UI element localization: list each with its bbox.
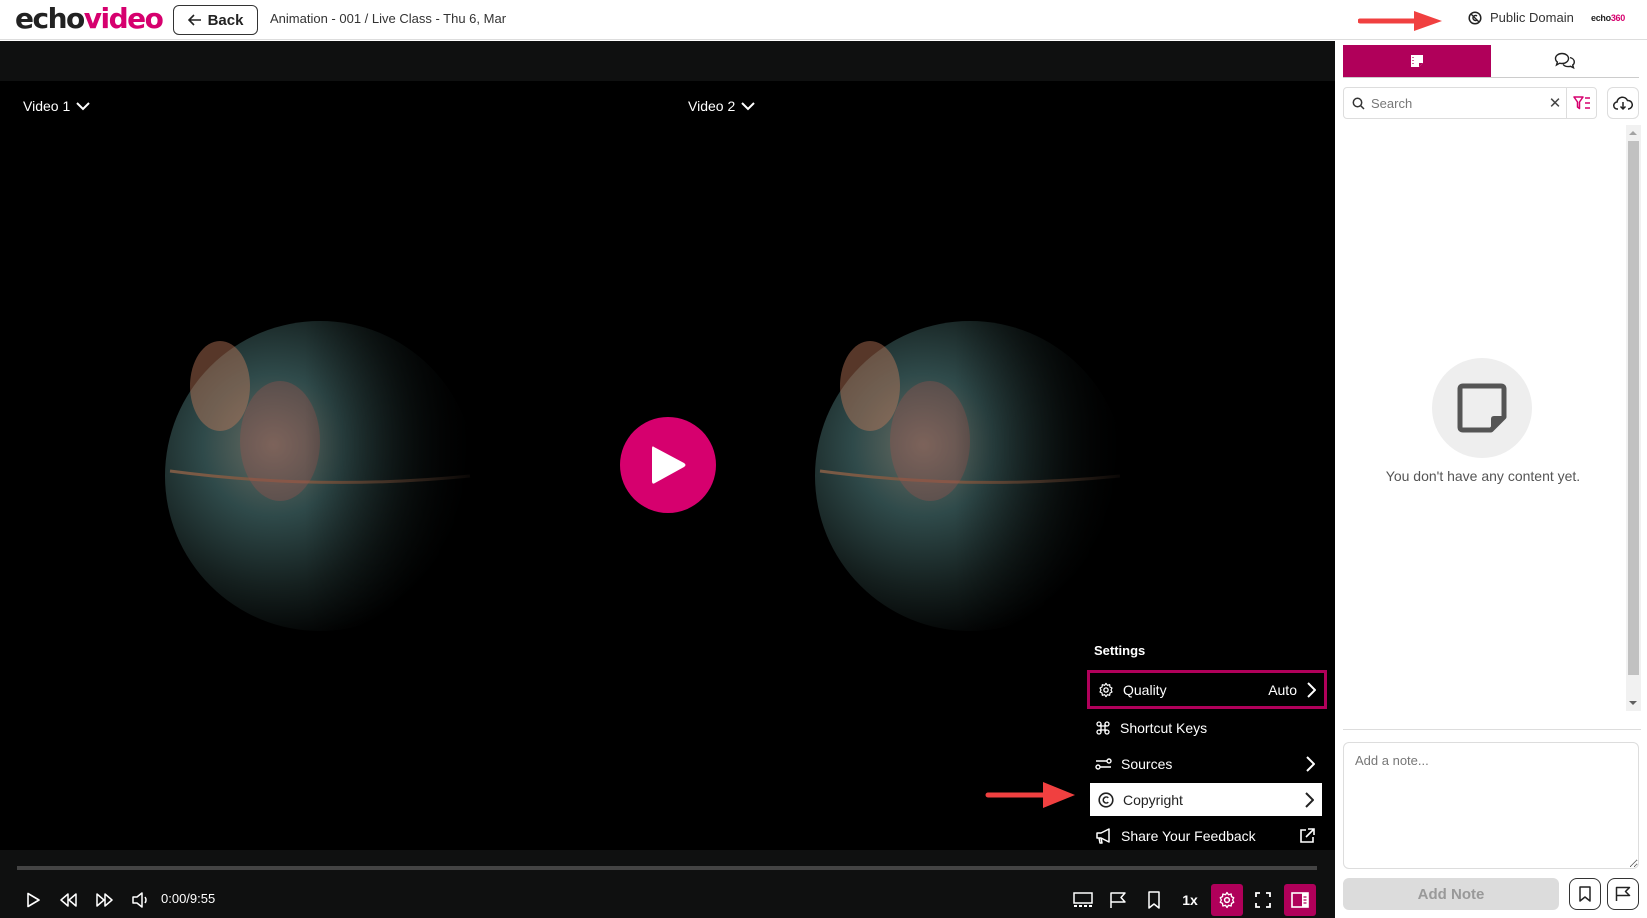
note-icon — [1411, 55, 1423, 67]
video-2-frame — [815, 321, 1125, 631]
chevron-right-icon — [1307, 681, 1316, 698]
chat-icon — [1554, 52, 1576, 70]
rewind-icon — [60, 893, 77, 907]
play-icon — [652, 446, 686, 484]
settings-item-quality[interactable]: Quality Auto — [1087, 670, 1327, 709]
volume-button[interactable] — [125, 884, 157, 916]
copyright-icon — [1098, 791, 1114, 808]
license-indicator[interactable]: Public Domain — [1468, 10, 1574, 25]
sidebar-toggle-button[interactable] — [1284, 884, 1316, 916]
flag-icon — [1110, 892, 1126, 908]
chevron-right-icon — [1305, 791, 1314, 808]
video-1-selector[interactable]: Video 1 — [23, 98, 90, 114]
control-bar: 0:00/9:55 1x — [0, 850, 1335, 918]
gear-icon — [1099, 682, 1113, 697]
settings-item-sources[interactable]: Sources — [1087, 747, 1323, 780]
volume-icon — [132, 892, 147, 908]
tab-discussions[interactable] — [1491, 45, 1639, 77]
video-2-selector[interactable]: Video 2 — [688, 98, 755, 114]
command-icon — [1096, 720, 1110, 735]
flag-icon — [1615, 886, 1631, 901]
back-label: Back — [207, 11, 244, 29]
settings-item-shortcut-keys[interactable]: Shortcut Keys — [1087, 711, 1323, 744]
fullscreen-button[interactable] — [1247, 884, 1279, 916]
player-header-band — [0, 41, 1335, 81]
tab-notes[interactable] — [1343, 45, 1491, 77]
empty-state-illustration — [1432, 358, 1532, 458]
cloud-download-icon — [1613, 96, 1633, 111]
chevron-down-icon — [76, 101, 90, 110]
chevron-down-icon — [741, 101, 755, 110]
search-input[interactable] — [1365, 89, 1544, 117]
filter-button[interactable] — [1566, 88, 1596, 118]
annotation-arrow-top — [1358, 11, 1442, 31]
sidebar-tabs — [1343, 45, 1639, 78]
fast-forward-icon — [96, 893, 113, 907]
settings-item-copyright[interactable]: Copyright — [1090, 783, 1322, 816]
add-note-button[interactable]: Add Note — [1343, 878, 1559, 910]
chevron-right-icon — [1306, 755, 1315, 772]
clear-search-icon[interactable]: ✕ — [1544, 94, 1566, 112]
settings-title: Settings — [1094, 643, 1146, 658]
external-link-icon — [1300, 827, 1315, 843]
filter-icon — [1572, 96, 1590, 110]
megaphone-icon — [1096, 827, 1110, 844]
breadcrumb: Animation - 001 / Live Class - Thu 6, Ma… — [270, 11, 507, 26]
play-icon — [27, 892, 40, 908]
empty-state-text: You don't have any content yet. — [1385, 468, 1581, 484]
notes-sidebar: ✕ You don't have any content yet. Add No… — [1335, 41, 1647, 918]
bookmark-icon — [1579, 886, 1591, 902]
flag-note-button[interactable] — [1607, 878, 1639, 910]
arrow-left-icon — [187, 14, 201, 26]
big-play-button[interactable] — [620, 417, 716, 513]
time-display: 0:00/9:55 — [161, 891, 216, 906]
settings-menu: Settings Quality Auto Shortcut Keys Sour… — [1087, 635, 1327, 860]
settings-item-feedback[interactable]: Share Your Feedback — [1087, 819, 1323, 852]
sticky-note-icon — [1457, 383, 1507, 433]
notes-scrollbar[interactable] — [1626, 125, 1641, 711]
download-button[interactable] — [1607, 87, 1639, 119]
divider — [1343, 729, 1641, 730]
echovideo-logo: echovideo — [15, 2, 164, 35]
annotation-arrow-copyright — [985, 782, 1075, 808]
bookmark-icon — [1148, 891, 1160, 909]
bookmark-button[interactable] — [1138, 884, 1170, 916]
quality-value: Auto — [1268, 681, 1297, 698]
fullscreen-icon — [1255, 892, 1271, 908]
top-bar: echovideo Back Animation - 001 / Live Cl… — [0, 0, 1647, 40]
video-1-frame — [165, 321, 475, 631]
fast-forward-button[interactable] — [88, 884, 120, 916]
echo360-logo: echo360 — [1591, 13, 1625, 23]
video-player[interactable]: Video 1 Video 2 Settings Quality Auto Sh… — [0, 41, 1335, 918]
captions-icon — [1073, 892, 1093, 907]
sidebar-toggle-icon — [1291, 892, 1309, 908]
license-label: Public Domain — [1490, 10, 1574, 25]
back-button[interactable]: Back — [173, 5, 258, 35]
search-icon — [1352, 97, 1365, 110]
settings-button[interactable] — [1211, 884, 1243, 916]
play-button[interactable] — [17, 884, 49, 916]
note-input[interactable] — [1343, 742, 1639, 869]
progress-bar[interactable] — [17, 866, 1317, 870]
sliders-icon — [1095, 757, 1112, 770]
bookmark-note-button[interactable] — [1569, 878, 1601, 910]
public-domain-icon — [1468, 10, 1482, 25]
playback-speed-button[interactable]: 1x — [1174, 884, 1206, 916]
flag-button[interactable] — [1102, 884, 1134, 916]
captions-layout-button[interactable] — [1067, 884, 1099, 916]
rewind-button[interactable] — [53, 884, 85, 916]
search-box: ✕ — [1343, 87, 1597, 119]
gear-icon — [1219, 891, 1235, 909]
